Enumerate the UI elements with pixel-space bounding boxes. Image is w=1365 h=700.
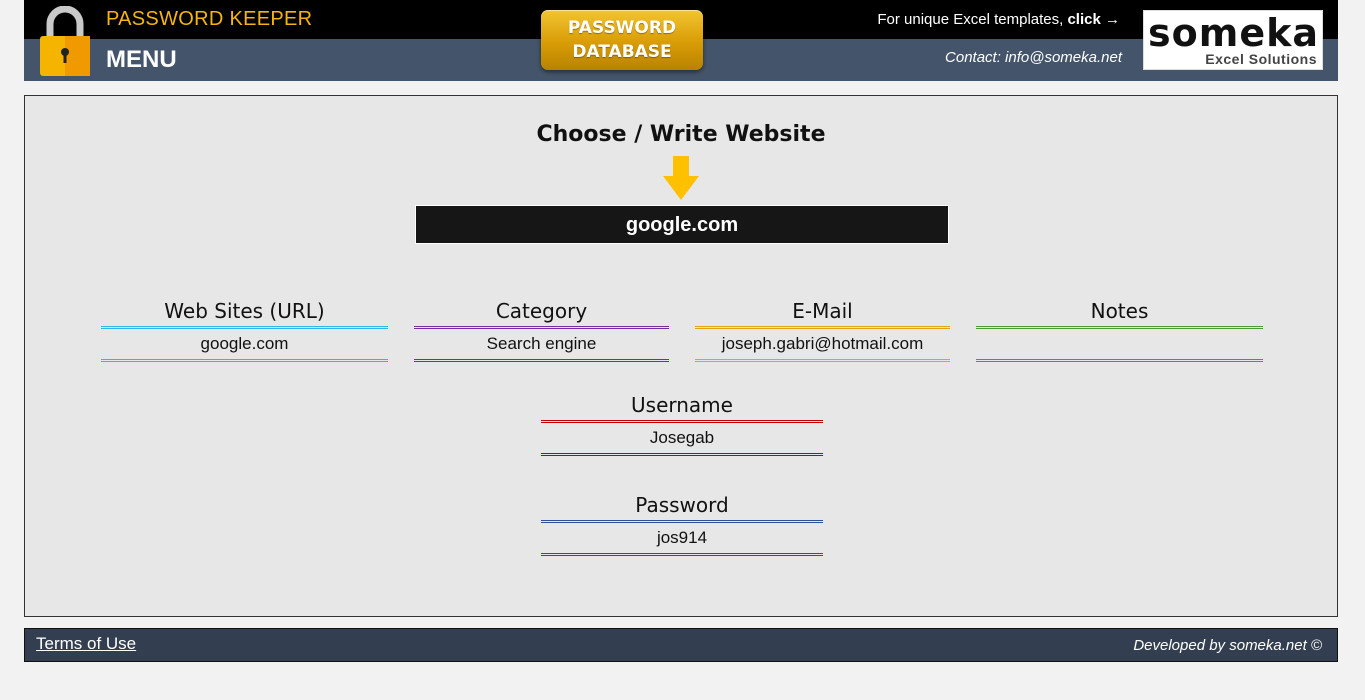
website-select[interactable]: google.com	[415, 205, 949, 244]
promo-text: For unique Excel templates,	[877, 11, 1068, 28]
field-label: Category	[495, 299, 588, 323]
email-value[interactable]: joseph.gabri@hotmail.com	[695, 329, 950, 359]
field-line-bottom	[976, 359, 1263, 362]
choose-website-title: Choose / Write Website	[536, 122, 826, 147]
field-line-bottom	[414, 359, 669, 362]
password-database-button-label: PASSWORD DATABASE	[567, 18, 677, 62]
field-username: Username Josegab	[541, 390, 823, 456]
field-password: Password jos914	[541, 490, 823, 556]
logo-subtitle: Excel Solutions	[1205, 51, 1317, 67]
password-database-button[interactable]: PASSWORD DATABASE	[541, 10, 703, 70]
username-value[interactable]: Josegab	[541, 423, 823, 453]
field-website: Web Sites (URL) google.com	[101, 296, 388, 362]
padlock-icon	[40, 6, 90, 76]
contact-email: Contact: info@someka.net	[945, 49, 1122, 66]
logo-word: someka	[1148, 11, 1320, 55]
developer-credit: Developed by someka.net ©	[1133, 637, 1322, 654]
promo-click[interactable]: click →	[1067, 11, 1120, 28]
arrow-down-icon	[663, 156, 699, 200]
menu-label[interactable]: MENU	[106, 46, 177, 74]
field-email: E-Mail joseph.gabri@hotmail.com	[695, 296, 950, 362]
field-line-bottom	[695, 359, 950, 362]
category-value[interactable]: Search engine	[414, 329, 669, 359]
main-panel: Choose / Write Website google.com Web Si…	[24, 95, 1338, 617]
field-label: E-Mail	[792, 299, 853, 323]
promo-link[interactable]: For unique Excel templates, click →	[877, 11, 1120, 28]
terms-of-use-link[interactable]: Terms of Use	[36, 634, 136, 654]
notes-value[interactable]	[976, 329, 1263, 359]
field-label: Web Sites (URL)	[164, 299, 325, 323]
field-line-bottom	[101, 359, 388, 362]
field-notes: Notes	[976, 296, 1263, 362]
field-label: Username	[631, 393, 733, 417]
someka-logo[interactable]: someka Excel Solutions	[1143, 10, 1323, 70]
field-category: Category Search engine	[414, 296, 669, 362]
password-value[interactable]: jos914	[541, 523, 823, 553]
website-value[interactable]: google.com	[101, 329, 388, 359]
field-line-bottom	[541, 453, 823, 456]
field-line-bottom	[541, 553, 823, 556]
field-label: Notes	[1090, 299, 1149, 323]
footer-bar: Terms of Use Developed by someka.net ©	[24, 628, 1338, 662]
field-label: Password	[635, 493, 729, 517]
app-header: PASSWORD KEEPER MENU PASSWORD DATABASE F…	[24, 0, 1338, 81]
app-title: PASSWORD KEEPER	[106, 8, 313, 30]
